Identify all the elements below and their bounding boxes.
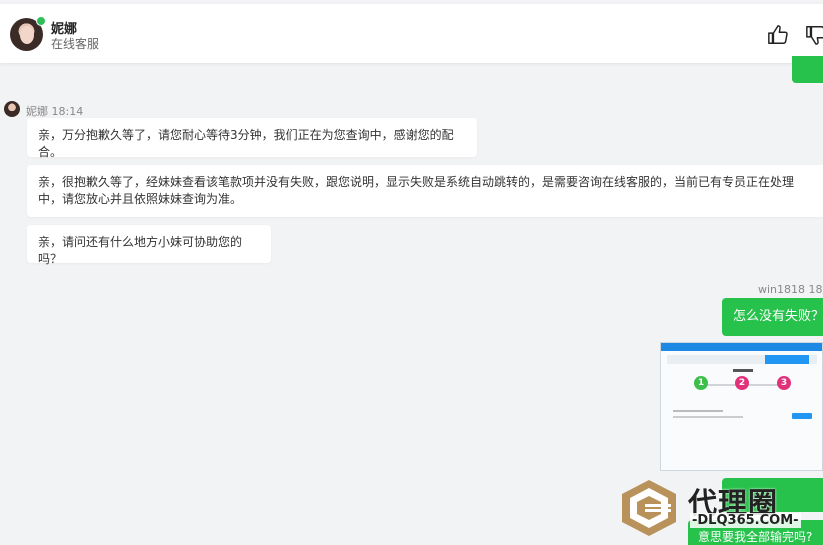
watermark-logo-icon: [622, 480, 676, 536]
screenshot-step-1: 1: [694, 376, 708, 390]
user-message-bubble: 怎么没有失败？: [722, 298, 823, 336]
screenshot-active-tab: [765, 355, 809, 364]
screenshot-text-line: [673, 410, 723, 412]
online-status-dot: [36, 16, 46, 26]
screenshot-titlebar: [661, 343, 822, 351]
attached-screenshot-image[interactable]: 1 2 3: [660, 342, 823, 471]
watermark-subtitle: -DLQ365.COM-: [690, 513, 801, 528]
screenshot-step-2: 2: [735, 376, 749, 390]
screenshot-step-3: 3: [777, 376, 791, 390]
agent-small-avatar: [4, 101, 20, 117]
screenshot-text-line: [673, 416, 743, 418]
chat-header: 妮娜 在线客服: [0, 4, 823, 63]
agent-message-bubble: 亲，请问还有什么地方小妹可协助您的吗？: [27, 225, 271, 266]
agent-message-bubble: 亲，万分抱歉久等了，请您耐心等待3分钟，我们正在为您查询中，感谢您的配合。: [27, 118, 477, 159]
screenshot-button: [792, 413, 812, 419]
user-message-meta: win1818 18:19: [758, 283, 823, 296]
screenshot-heading: [733, 369, 753, 372]
agent-message-bubble: 亲，很抱歉久等了，经妹妹查看该笔款项并没有失败，跟您说明，显示失败是系统自动跳转…: [27, 165, 823, 217]
thumbs-down-icon[interactable]: [805, 24, 823, 46]
thumbs-up-icon[interactable]: [767, 24, 789, 46]
previous-user-bubble: [792, 56, 823, 83]
agent-message-meta: 妮娜 18:14: [26, 105, 84, 118]
agent-status: 在线客服: [51, 37, 100, 51]
